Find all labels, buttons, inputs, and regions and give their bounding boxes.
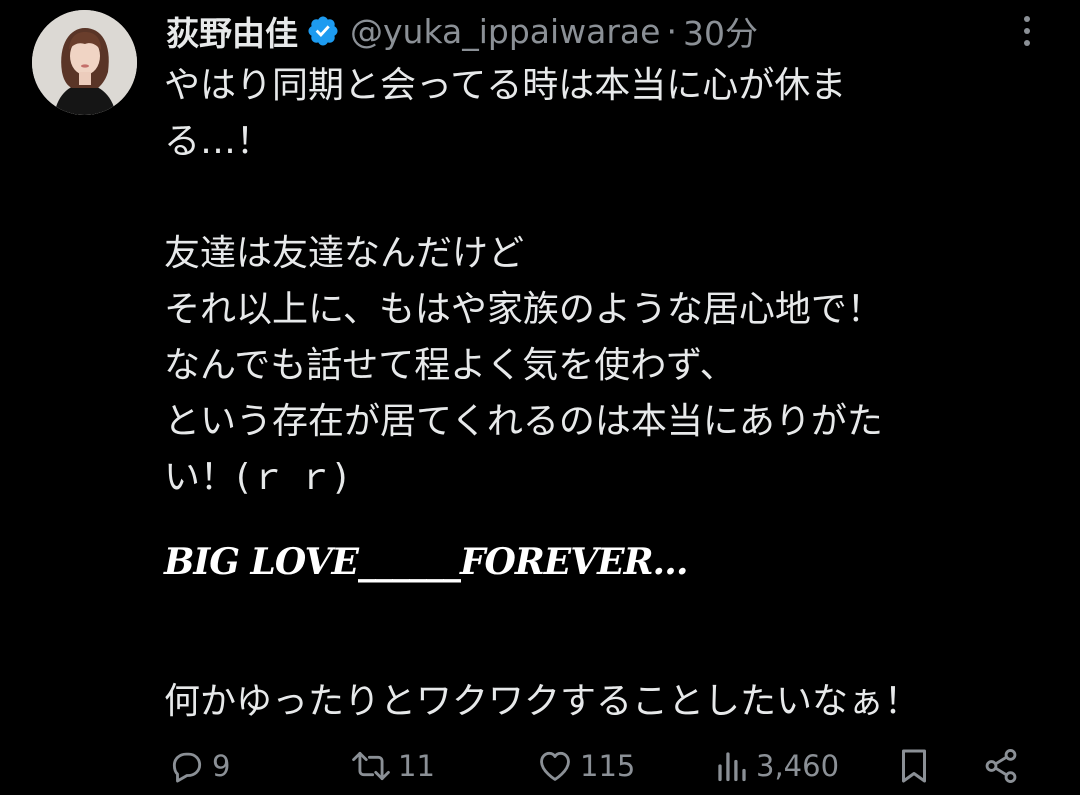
reply-count: 9 [212, 749, 231, 783]
bookmark-button[interactable] [896, 738, 932, 794]
tweet-line: なんでも話せて程よく気を使わず、 [164, 345, 736, 386]
views-count: 3,460 [756, 749, 840, 783]
tweet-header: 荻野由佳 @yuka_ippaiwarae · 30分 [166, 8, 758, 54]
views-chart-icon [714, 747, 750, 785]
more-vertical-icon[interactable] [1012, 14, 1042, 48]
tweet-line: それ以上に、もはや家族のような居心地で！ [164, 289, 883, 330]
tweet-line: る…！ [164, 121, 273, 162]
avatar-image [32, 10, 137, 115]
header-separator: · [666, 11, 677, 51]
verified-badge-icon [306, 14, 340, 48]
reply-icon [168, 747, 206, 785]
display-name[interactable]: 荻野由佳 [166, 7, 298, 55]
repost-count: 11 [398, 749, 435, 783]
tweet-text: やはり同期と会ってる時は本当に心が休ま る…！ 友達は友達なんだけど それ以上に… [164, 58, 1064, 730]
repost-button[interactable]: 11 [350, 738, 435, 794]
like-button[interactable]: 115 [536, 738, 635, 794]
tweet-fancy-line: BIG LOVE______FOREVER… [164, 541, 689, 583]
tweet-line: 友達は友達なんだけど [164, 233, 525, 274]
tweet-timestamp[interactable]: 30分 [683, 7, 758, 55]
like-count: 115 [580, 749, 636, 783]
user-handle[interactable]: @yuka_ippaiwarae [350, 12, 660, 51]
tweet-line: 何かゆったりとワクワクすることしたいなぁ！ [164, 681, 921, 722]
tweet-line: い！(ｒ ｒ) [164, 457, 348, 498]
tweet-line: やはり同期と会ってる時は本当に心が休ま [164, 65, 847, 106]
avatar[interactable] [32, 10, 137, 115]
tweet-actions: 9 11 115 3,460 [0, 738, 1080, 794]
views-button[interactable]: 3,460 [714, 738, 839, 794]
share-button[interactable] [982, 738, 1020, 794]
share-icon [982, 747, 1020, 785]
tweet-line: という存在が居てくれるのは本当にありがた [164, 401, 883, 442]
repost-icon [350, 747, 392, 785]
bookmark-icon [896, 746, 932, 786]
heart-icon [536, 747, 574, 785]
reply-button[interactable]: 9 [168, 738, 230, 794]
